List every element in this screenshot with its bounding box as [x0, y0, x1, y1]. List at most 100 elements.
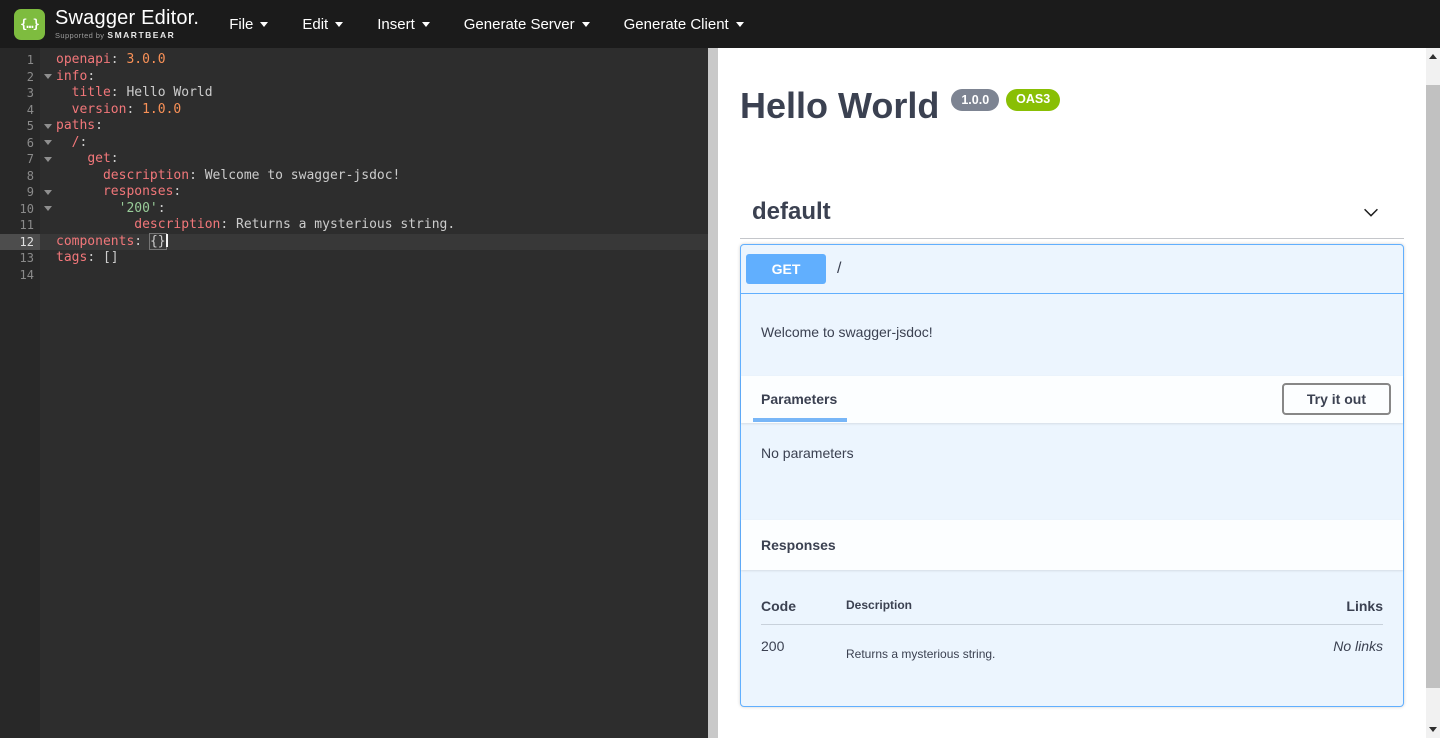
responses-table-header: Code Description Links	[761, 598, 1383, 625]
code-line[interactable]: 7 get:	[0, 151, 708, 168]
code-text: info:	[56, 69, 95, 86]
code-line[interactable]: 14	[0, 267, 708, 284]
topbar: {…} Swagger Editor. Supported bySMARTBEA…	[0, 0, 1440, 48]
swagger-editor-logo: {…} Swagger Editor. Supported bySMARTBEA…	[14, 8, 199, 40]
tag-section-default[interactable]: default	[740, 192, 1404, 239]
line-number: 8	[0, 168, 40, 185]
line-number: 12	[0, 234, 40, 251]
preview-scrollbar[interactable]	[1426, 48, 1440, 738]
code-text: '200':	[56, 201, 166, 218]
parameters-title: Parameters	[761, 391, 837, 407]
fold-arrow-icon[interactable]	[40, 201, 56, 218]
yaml-code-editor[interactable]: 1openapi: 3.0.02info:3 title: Hello Worl…	[0, 48, 708, 738]
code-line[interactable]: 13 tags: []	[0, 250, 708, 267]
line-number: 5	[0, 118, 40, 135]
line-number: 9	[0, 184, 40, 201]
menu-insert[interactable]: Insert	[377, 16, 430, 33]
fold-gutter	[40, 250, 56, 267]
parameters-body: No parameters	[741, 423, 1403, 520]
swagger-logo-icon: {…}	[14, 9, 45, 40]
menu-file[interactable]: File	[229, 16, 268, 33]
operation-path: /	[837, 260, 841, 278]
no-parameters-text: No parameters	[761, 445, 854, 461]
fold-arrow-icon[interactable]	[40, 135, 56, 152]
operation-description: Welcome to swagger-jsdoc!	[741, 294, 1403, 376]
fold-gutter	[40, 102, 56, 119]
code-line[interactable]: 2 info:	[0, 69, 708, 86]
chevron-down-icon	[260, 22, 268, 27]
swagger-ui-preview: Hello World 1.0.0 OAS3 default GET /	[718, 48, 1440, 738]
api-info-header: Hello World 1.0.0 OAS3	[740, 86, 1404, 126]
scrollbar-thumb[interactable]	[1426, 85, 1440, 688]
line-number: 14	[0, 267, 40, 284]
response-code: 200	[761, 638, 846, 654]
code-text: get:	[56, 151, 119, 168]
code-line[interactable]: 9 responses:	[0, 184, 708, 201]
chevron-down-icon	[422, 22, 430, 27]
table-row: 200 Returns a mysterious string. No link…	[761, 625, 1383, 661]
parameters-header: Parameters Try it out	[741, 376, 1403, 423]
code-line[interactable]: 5 paths:	[0, 118, 708, 135]
text-cursor	[166, 234, 168, 247]
fold-gutter	[40, 168, 56, 185]
code-text: version: 1.0.0	[56, 102, 181, 119]
line-number: 6	[0, 135, 40, 152]
line-number: 2	[0, 69, 40, 86]
code-text: paths:	[56, 118, 103, 135]
code-line[interactable]: 1 openapi: 3.0.0	[0, 52, 708, 69]
operation-block-get: GET / Welcome to swagger-jsdoc! Paramete…	[740, 244, 1404, 707]
active-tab-indicator	[753, 418, 847, 422]
line-number: 3	[0, 85, 40, 102]
line-number: 4	[0, 102, 40, 119]
fold-gutter	[40, 267, 56, 284]
fold-arrow-icon[interactable]	[40, 184, 56, 201]
brand-subtitle: Supported bySMARTBEAR	[55, 31, 199, 40]
code-line[interactable]: 4 version: 1.0.0	[0, 102, 708, 119]
code-text: responses:	[56, 184, 181, 201]
responses-header: Responses	[741, 520, 1403, 570]
line-number: 1	[0, 52, 40, 69]
operation-summary[interactable]: GET /	[741, 245, 1403, 294]
code-line[interactable]: 3 title: Hello World	[0, 85, 708, 102]
menu-generate-server[interactable]: Generate Server	[464, 16, 590, 33]
http-method-badge: GET	[746, 254, 826, 284]
code-text: description: Returns a mysterious string…	[56, 217, 455, 234]
code-line[interactable]: 6 /:	[0, 135, 708, 152]
code-line[interactable]: 8 description: Welcome to swagger-jsdoc!	[0, 168, 708, 185]
menu-bar: File Edit Insert Generate Server Generat…	[223, 16, 744, 33]
col-header-code: Code	[761, 598, 846, 614]
fold-arrow-icon[interactable]	[40, 118, 56, 135]
menu-generate-client[interactable]: Generate Client	[624, 16, 744, 33]
editor-scrollbar[interactable]	[708, 48, 718, 738]
code-text: openapi: 3.0.0	[56, 52, 166, 69]
scroll-down-arrow-icon[interactable]	[1426, 721, 1440, 738]
scroll-up-arrow-icon[interactable]	[1426, 48, 1440, 65]
col-header-links: Links	[1293, 598, 1383, 614]
line-number: 11	[0, 217, 40, 234]
code-text: tags: []	[56, 250, 119, 267]
line-number: 10	[0, 201, 40, 218]
responses-title: Responses	[761, 537, 836, 553]
code-text: title: Hello World	[56, 85, 213, 102]
col-header-description: Description	[846, 598, 1293, 612]
code-text: /:	[56, 135, 87, 152]
menu-edit[interactable]: Edit	[302, 16, 343, 33]
chevron-down-icon	[335, 22, 343, 27]
responses-body: Code Description Links 200 Returns a mys…	[741, 570, 1403, 706]
fold-gutter	[40, 234, 56, 251]
collapse-chevron-icon[interactable]	[1360, 201, 1382, 223]
chevron-down-icon	[582, 22, 590, 27]
fold-gutter	[40, 85, 56, 102]
fold-gutter	[40, 217, 56, 234]
fold-arrow-icon[interactable]	[40, 151, 56, 168]
line-number: 13	[0, 250, 40, 267]
try-it-out-button[interactable]: Try it out	[1282, 383, 1391, 415]
code-line[interactable]: 10 '200':	[0, 201, 708, 218]
brand-title: Swagger Editor.	[55, 8, 199, 28]
version-badge: 1.0.0	[951, 89, 999, 111]
fold-arrow-icon[interactable]	[40, 69, 56, 86]
code-line[interactable]: 11 description: Returns a mysterious str…	[0, 217, 708, 234]
code-text: components: {}	[56, 234, 168, 251]
code-line[interactable]: 12 components: {}	[0, 234, 708, 251]
chevron-down-icon	[736, 22, 744, 27]
